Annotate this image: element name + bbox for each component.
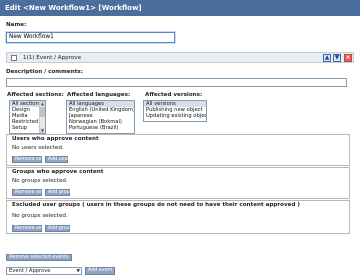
remove-selected-events-button[interactable]: Remove selected events — [6, 254, 72, 261]
list-item[interactable]: Portuguese (Brazil) — [67, 125, 134, 131]
excluded-groups-panel: Excluded user groups ( users in these gr… — [6, 200, 350, 234]
excluded-groups-title: Excluded user groups ( users in these gr… — [12, 202, 300, 208]
excluded-groups-message: No groups selected. — [12, 213, 68, 219]
languages-listbox[interactable]: All languages English (United Kingdom) J… — [66, 100, 135, 134]
event-select-checkbox[interactable] — [11, 55, 17, 61]
list-item[interactable]: Updating existing object — [144, 113, 206, 119]
remove-selected-excluded-button[interactable]: Remove selected — [12, 225, 56, 232]
remove-selected-users-button[interactable]: Remove selected — [12, 156, 56, 163]
move-down-icon[interactable]: ▼ — [333, 54, 341, 62]
approve-groups-panel: Groups who approve content No groups sel… — [6, 167, 350, 199]
name-input[interactable]: New Workflow1 — [6, 32, 175, 43]
approve-users-message: No users selected. — [12, 145, 64, 151]
event-header-bar: 1(1) Event / Approve ▲ ▼ × — [6, 52, 354, 63]
scroll-thumb[interactable] — [40, 107, 45, 117]
delete-icon[interactable]: × — [344, 54, 352, 62]
approve-groups-title: Groups who approve content — [12, 169, 104, 175]
versions-label: Affected versions: — [145, 92, 203, 98]
move-up-icon[interactable]: ▲ — [323, 54, 331, 62]
event-label: 1(1) Event / Approve — [23, 55, 82, 61]
add-excluded-groups-button[interactable]: Add groups — [45, 225, 75, 232]
approve-users-title: Users who approve content — [12, 136, 99, 142]
approve-groups-message: No groups selected. — [12, 178, 68, 184]
approve-users-panel: Users who approve content No users selec… — [6, 134, 350, 166]
add-event-button[interactable]: Add event — [85, 267, 115, 275]
description-label: Description / comments: — [6, 69, 83, 75]
add-users-button[interactable]: Add users — [45, 156, 72, 163]
versions-listbox[interactable]: All versions Publishing new object Updat… — [143, 100, 207, 122]
event-type-value: Event / Approve — [9, 268, 51, 274]
window-title: Edit <New Workflow1> [Workflow] — [0, 0, 360, 16]
description-input[interactable] — [6, 78, 347, 87]
event-type-select[interactable]: Event / Approve ▼ — [6, 267, 82, 275]
sections-scrollbar[interactable]: ▲ ▼ — [39, 101, 45, 133]
languages-label: Affected languages: — [67, 92, 131, 98]
scroll-down-icon[interactable]: ▼ — [40, 128, 45, 133]
remove-selected-groups-button[interactable]: Remove selected — [12, 189, 56, 196]
sections-label: Affected sections: — [7, 92, 64, 98]
add-groups-button[interactable]: Add groups — [45, 189, 75, 196]
dropdown-caret-icon: ▼ — [76, 269, 80, 274]
sections-listbox[interactable]: All sections Design Media Restricted Set… — [9, 100, 46, 134]
name-label: Name: — [6, 22, 27, 28]
scroll-up-icon[interactable]: ▲ — [40, 101, 45, 106]
